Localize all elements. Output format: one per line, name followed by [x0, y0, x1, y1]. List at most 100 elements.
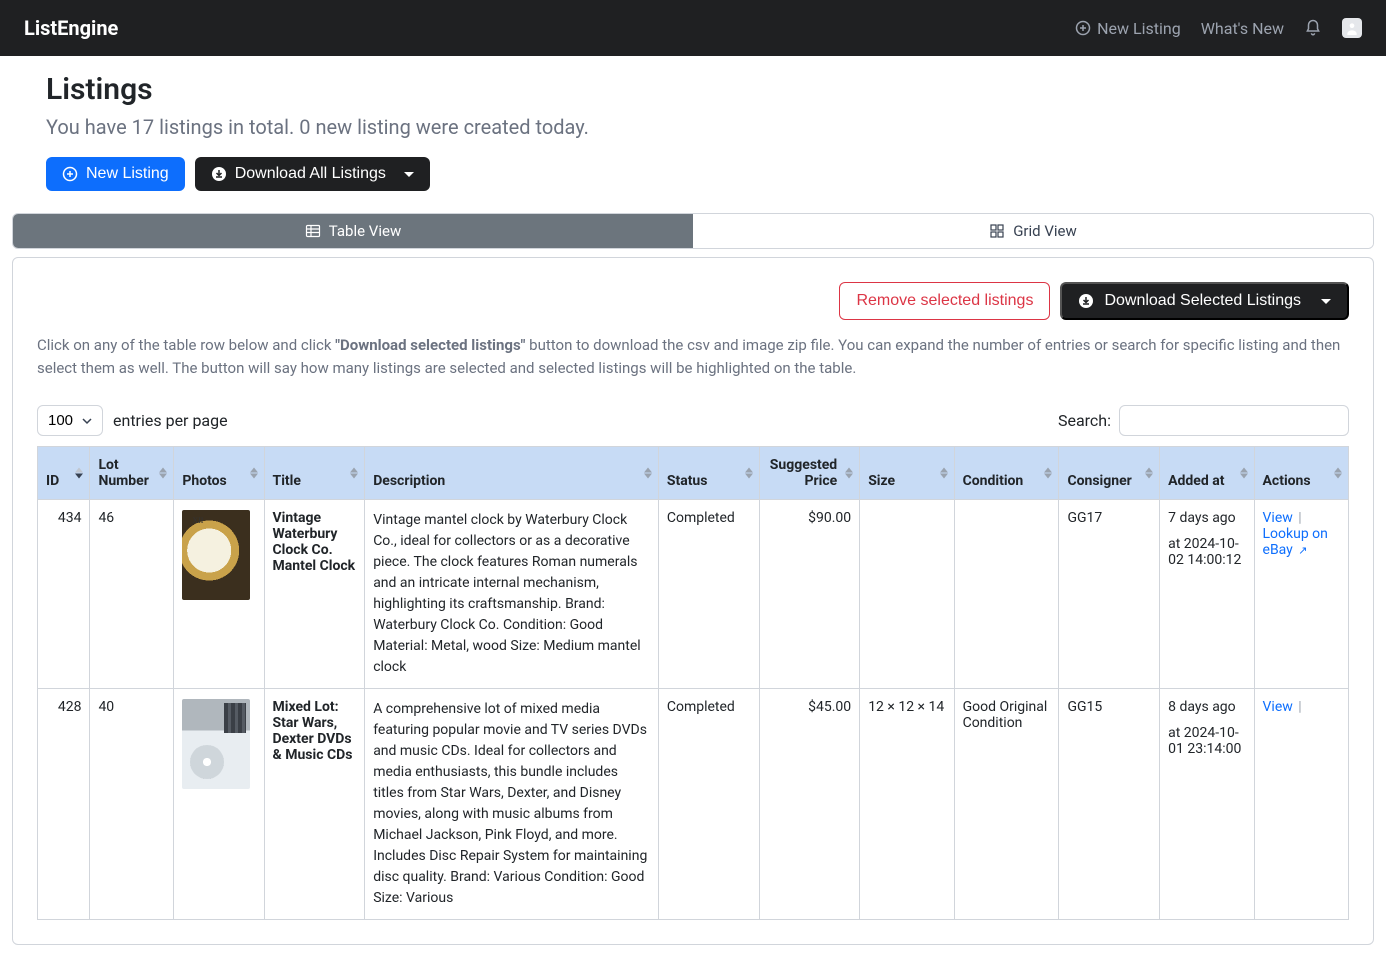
- col-description-header[interactable]: Description: [365, 447, 659, 500]
- download-selected-button[interactable]: Download Selected Listings: [1060, 282, 1349, 320]
- table-row[interactable]: 42840Mixed Lot: Star Wars, Dexter DVDs &…: [38, 689, 1349, 920]
- top-navbar: ListEngine New Listing What's New: [0, 0, 1386, 56]
- entries-wrap: 100 entries per page: [37, 405, 228, 436]
- col-size-header[interactable]: Size: [860, 447, 954, 500]
- cell-consigner: GG17: [1059, 500, 1160, 689]
- added-absolute: at 2024-10-01 23:14:00: [1168, 725, 1241, 757]
- cell-status: Completed: [658, 500, 759, 689]
- avatar-icon: [1345, 21, 1359, 35]
- col-price-header[interactable]: Suggested Price: [759, 447, 860, 500]
- download-circle-icon: [1078, 293, 1094, 309]
- cell-description: Vintage mantel clock by Waterbury Clock …: [365, 500, 659, 689]
- listings-table: ID Lot Number Photos Title Description S…: [37, 446, 1349, 920]
- download-selected-button-label: Download Selected Listings: [1104, 292, 1301, 310]
- cell-price: $45.00: [759, 689, 860, 920]
- entries-per-page-select[interactable]: 100: [37, 405, 103, 436]
- download-all-button-label: Download All Listings: [235, 165, 386, 183]
- brand[interactable]: ListEngine: [24, 16, 118, 40]
- entries-label: entries per page: [113, 411, 228, 430]
- listing-thumbnail[interactable]: [182, 699, 250, 789]
- cell-consigner: GG15: [1059, 689, 1160, 920]
- new-listing-button-label: New Listing: [86, 165, 169, 183]
- search-input[interactable]: [1119, 405, 1349, 436]
- col-status-header[interactable]: Status: [658, 447, 759, 500]
- cell-condition: [954, 500, 1059, 689]
- sort-icon: [1044, 468, 1052, 479]
- notifications-button[interactable]: [1304, 19, 1322, 37]
- nav-new-listing[interactable]: New Listing: [1075, 19, 1181, 38]
- external-link-icon: ↗: [1298, 544, 1307, 557]
- nav-whats-new-label: What's New: [1201, 19, 1284, 38]
- help-prefix: Click on any of the table row below and …: [37, 336, 335, 354]
- sort-icon: [1240, 468, 1248, 479]
- top-nav: New Listing What's New: [1075, 18, 1362, 38]
- table-header-row: ID Lot Number Photos Title Description S…: [38, 447, 1349, 500]
- col-consigner-header[interactable]: Consigner: [1059, 447, 1160, 500]
- new-listing-button[interactable]: New Listing: [46, 157, 185, 191]
- added-absolute: at 2024-10-02 14:00:12: [1168, 536, 1241, 568]
- listing-thumbnail[interactable]: [182, 510, 250, 600]
- cell-added: 8 days ago at 2024-10-01 23:14:00: [1160, 689, 1254, 920]
- cell-photos: [174, 689, 264, 920]
- cell-size: 12 × 12 × 14: [860, 689, 954, 920]
- view-switch: Table View Grid View: [12, 213, 1374, 249]
- table-icon: [305, 223, 321, 239]
- table-row[interactable]: 43446 Vintage Waterbury Clock Co. Mantel …: [38, 500, 1349, 689]
- col-lot-header[interactable]: Lot Number: [90, 447, 174, 500]
- cell-lot: 40: [90, 689, 174, 920]
- sort-icon: [745, 468, 753, 479]
- page-title: Listings: [46, 72, 1340, 107]
- added-relative: 8 days ago: [1168, 699, 1245, 715]
- sort-icon: [1334, 468, 1342, 479]
- col-condition-header[interactable]: Condition: [954, 447, 1059, 500]
- nav-new-listing-label: New Listing: [1097, 19, 1181, 38]
- cell-description: A comprehensive lot of mixed media featu…: [365, 689, 659, 920]
- remove-selected-button[interactable]: Remove selected listings: [839, 282, 1050, 320]
- cell-condition: Good Original Condition: [954, 689, 1059, 920]
- sort-icon: [940, 468, 948, 479]
- col-actions-header[interactable]: Actions: [1254, 447, 1348, 500]
- user-menu[interactable]: [1342, 18, 1362, 38]
- tab-grid-view[interactable]: Grid View: [693, 214, 1373, 248]
- download-circle-icon: [211, 166, 227, 182]
- cell-id: 434: [38, 500, 90, 689]
- sort-icon: [75, 468, 83, 479]
- table-controls: 100 entries per page Search:: [37, 405, 1349, 436]
- download-all-button[interactable]: Download All Listings: [195, 157, 430, 191]
- grid-icon: [989, 223, 1005, 239]
- help-text: Click on any of the table row below and …: [37, 334, 1349, 379]
- action-view[interactable]: View: [1263, 699, 1293, 715]
- col-photos-header[interactable]: Photos: [174, 447, 264, 500]
- sort-icon: [845, 468, 853, 479]
- page-action-row: New Listing Download All Listings: [46, 157, 1340, 191]
- cell-actions: View | Lookup on eBay ↗: [1254, 500, 1348, 689]
- cell-size: [860, 500, 954, 689]
- col-added-header[interactable]: Added at: [1160, 447, 1254, 500]
- sort-icon: [159, 468, 167, 479]
- added-relative: 7 days ago: [1168, 510, 1245, 526]
- action-lookup-ebay[interactable]: Lookup on eBay ↗: [1263, 526, 1328, 558]
- col-title-header[interactable]: Title: [264, 447, 365, 500]
- cell-lot: 46: [90, 500, 174, 689]
- cell-actions: View |: [1254, 689, 1348, 920]
- tab-grid-view-label: Grid View: [1013, 222, 1077, 240]
- cell-id: 428: [38, 689, 90, 920]
- cell-status: Completed: [658, 689, 759, 920]
- search-label: Search:: [1058, 411, 1111, 430]
- col-id-header[interactable]: ID: [38, 447, 90, 500]
- sort-icon: [250, 468, 258, 479]
- tab-table-view[interactable]: Table View: [13, 214, 693, 248]
- action-view[interactable]: View: [1263, 510, 1293, 526]
- sort-icon: [1145, 468, 1153, 479]
- cell-title: Vintage Waterbury Clock Co. Mantel Clock: [264, 500, 365, 689]
- help-bold: "Download selected listings": [335, 336, 525, 354]
- nav-whats-new[interactable]: What's New: [1201, 19, 1284, 38]
- page-subtitle: You have 17 listings in total. 0 new lis…: [46, 115, 1340, 139]
- listings-card: Remove selected listings Download Select…: [12, 257, 1374, 945]
- cell-photos: [174, 500, 264, 689]
- search-wrap: Search:: [1058, 405, 1349, 436]
- plus-circle-icon: [62, 166, 78, 182]
- tab-table-view-label: Table View: [329, 222, 401, 240]
- cell-added: 7 days ago at 2024-10-02 14:00:12: [1160, 500, 1254, 689]
- card-toolbar: Remove selected listings Download Select…: [37, 282, 1349, 320]
